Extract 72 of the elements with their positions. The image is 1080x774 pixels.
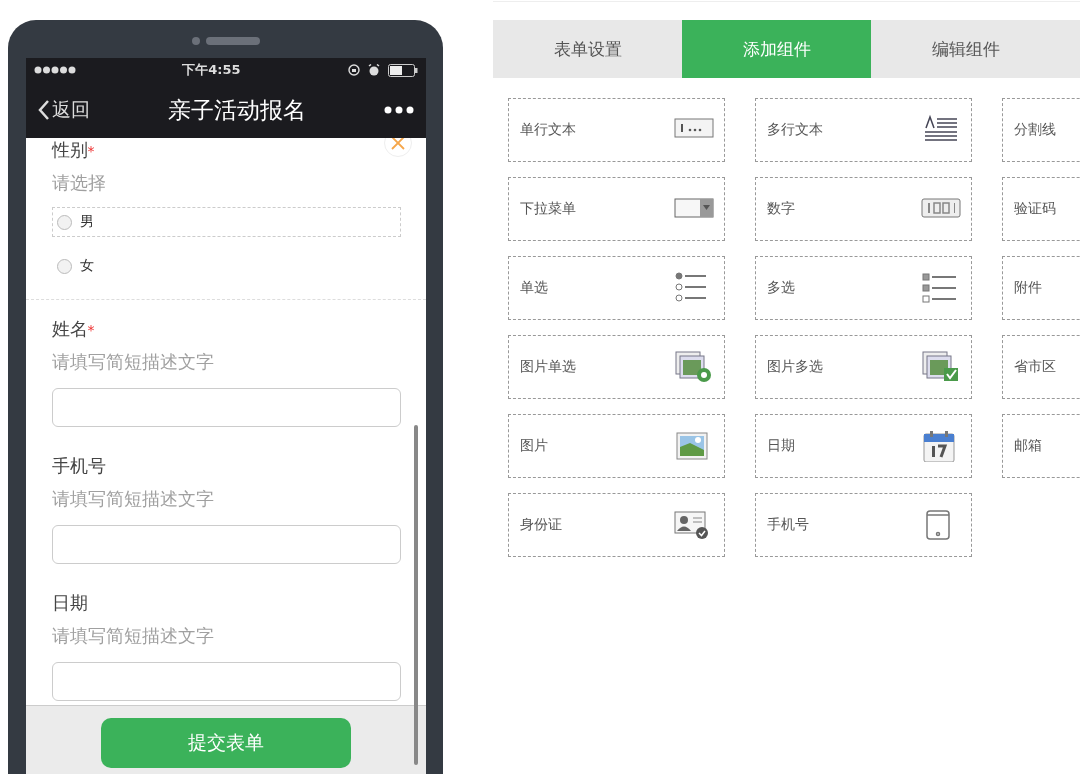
page-title: 亲子活动报名 [166,95,307,125]
status-time: 下午4:55 [182,61,241,79]
component-label: 多选 [767,279,795,297]
component-card[interactable]: 验证码 [1002,177,1080,241]
signal-icon [33,66,76,74]
input-field[interactable] [51,388,401,427]
component-label: 下拉菜单 [520,200,576,218]
component-label: 图片 [520,437,548,455]
component-label: 身份证 [520,516,562,534]
chevron-left-icon [37,99,50,121]
alarm-icon [367,64,380,76]
images-check-icon [921,351,961,383]
component-label: 验证码 [1014,200,1056,218]
component-card[interactable]: 图片单选 [508,335,725,399]
component-label: 手机号 [767,516,809,534]
close-icon [389,138,406,151]
field-label: 姓名* [51,317,95,341]
option-label: 女 [79,257,94,275]
component-card[interactable]: 日期 [755,414,972,478]
component-label: 邮箱 [1014,437,1042,455]
radio-circle[interactable] [56,258,72,274]
component-card[interactable]: 手机号 [755,493,972,557]
component-label: 多行文本 [767,121,823,139]
component-label: 分割线 [1014,121,1056,139]
rotation-lock-icon [347,64,360,76]
field-hint: 请填写简短描述文字 [51,624,215,648]
component-card[interactable]: 多行文本 [755,98,972,162]
required-mark: * [87,143,95,159]
field-hint: 请填写简短描述文字 [51,487,215,511]
tab[interactable]: 表单设置 [493,20,682,78]
input-field[interactable] [51,525,401,564]
radio-option[interactable]: 男 [51,207,401,237]
speaker-grille [205,37,260,45]
component-card[interactable]: 单行文本 [508,98,725,162]
back-label: 返回 [51,97,90,122]
camera-dot [191,37,200,45]
field-label: 手机号 [51,454,106,478]
component-card[interactable]: 数字 [755,177,972,241]
component-label: 单选 [520,279,548,297]
radio-circle[interactable] [56,214,72,230]
component-label: 附件 [1014,279,1042,297]
required-mark: * [87,322,95,338]
component-card[interactable]: 多选 [755,256,972,320]
input-field[interactable] [51,662,401,701]
component-label: 图片单选 [520,358,576,376]
component-label: 日期 [767,437,795,455]
component-card[interactable]: 邮箱 [1002,414,1080,478]
component-card[interactable]: 附件 [1002,256,1080,320]
field-hint: 请填写简短描述文字 [51,350,215,374]
component-card[interactable]: 单选 [508,256,725,320]
scrollbar[interactable] [413,425,418,765]
field-hint: 请选择 [51,171,107,195]
back-button[interactable]: 返回 [37,97,90,123]
radio-option[interactable]: 女 [51,251,401,281]
component-card[interactable]: 分割线 [1002,98,1080,162]
option-label: 男 [79,213,94,231]
component-card[interactable]: 省市区 [1002,335,1080,399]
field-label: 性别* [51,138,95,162]
component-label: 图片多选 [767,358,823,376]
component-card[interactable]: 下拉菜单 [508,177,725,241]
component-label: 省市区 [1014,358,1056,376]
component-card[interactable]: 图片 [508,414,725,478]
tab[interactable]: 编辑组件 [871,20,1060,78]
close-button[interactable] [383,138,412,157]
component-label: 单行文本 [520,121,576,139]
battery-icon [387,63,418,77]
component-card[interactable]: 身份证 [508,493,725,557]
field-label: 日期 [51,591,88,615]
images-radio-icon [674,351,714,383]
component-label: 数字 [767,200,795,218]
more-icon[interactable] [383,106,414,114]
component-card[interactable]: 图片多选 [755,335,972,399]
